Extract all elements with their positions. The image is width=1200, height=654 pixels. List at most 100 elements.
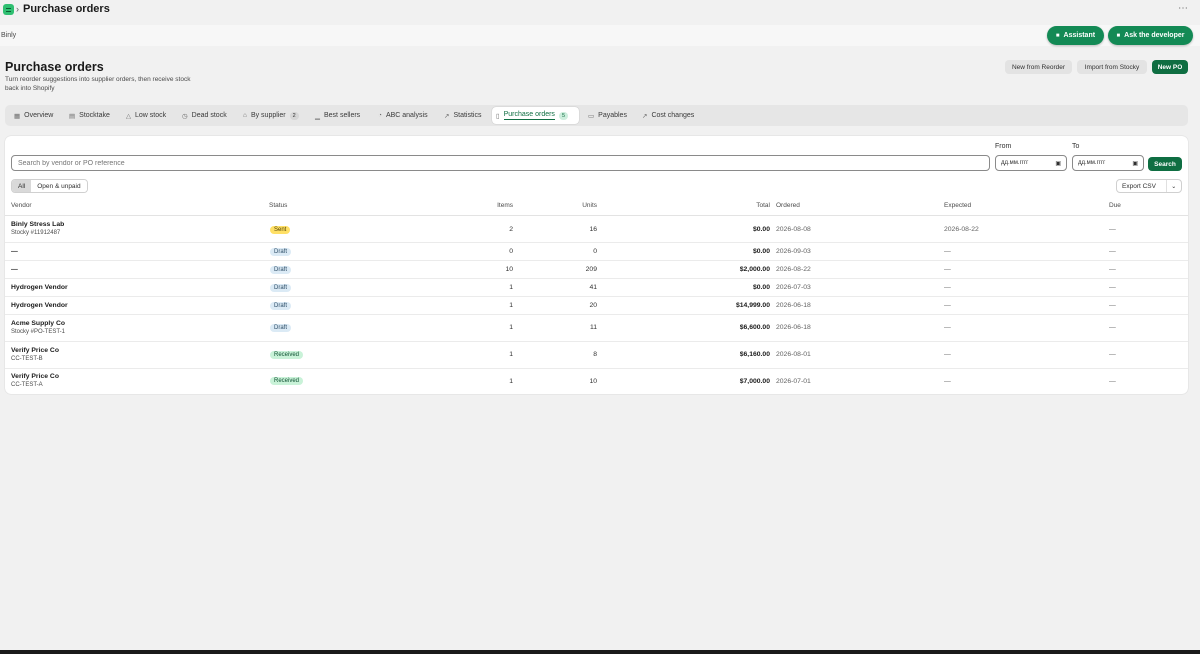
column-status: Status <box>269 202 288 209</box>
items-cell: 1 <box>509 284 513 291</box>
store-icon: ⌂ <box>243 112 247 119</box>
vendor-cell: Verify Price Co CC-TEST-A <box>11 373 59 388</box>
units-cell: 20 <box>589 302 597 309</box>
due-cell: — <box>1109 284 1116 291</box>
due-cell: — <box>1109 351 1116 358</box>
tab-best-sellers[interactable]: ▁ Best sellers <box>311 107 364 124</box>
new-from-reorder-button[interactable]: New from Reorder <box>1005 60 1072 74</box>
new-po-button[interactable]: New PO <box>1152 60 1188 74</box>
warning-icon: △ <box>126 112 131 120</box>
vendor-name: — <box>11 266 18 273</box>
units-cell: 209 <box>585 266 597 273</box>
column-items: Items <box>497 202 513 209</box>
export-csv-button[interactable]: Export CSV ⌄ <box>1116 179 1182 193</box>
vendor-reference: Stocky #PO-TEST-1 <box>11 329 66 335</box>
expected-cell: — <box>944 266 951 273</box>
expected-cell: — <box>944 351 951 358</box>
tab-cost-changes[interactable]: ↗ Cost changes <box>638 107 698 124</box>
page-subtitle: Turn reorder suggestions into supplier o… <box>5 76 191 92</box>
vendor-reference: Stocky #11912487 <box>11 230 61 236</box>
units-cell: 8 <box>593 351 597 358</box>
assistant-label: Assistant <box>1063 32 1096 39</box>
breadcrumb-separator: › <box>16 4 19 14</box>
column-ordered: Ordered <box>776 202 800 209</box>
vendor-reference: CC-TEST-B <box>11 356 43 362</box>
pie-icon: ◔ <box>378 112 382 119</box>
tab-count-badge: 2 <box>289 111 299 120</box>
vendor-name: Verify Price Co <box>11 347 59 354</box>
app-logo-icon[interactable] <box>3 4 14 15</box>
ordered-cell: 2026-08-08 <box>776 226 811 233</box>
due-cell: — <box>1109 378 1116 385</box>
items-cell: 1 <box>509 378 513 385</box>
shop-bar <box>0 25 1200 46</box>
items-cell: 10 <box>505 266 513 273</box>
column-expected: Expected <box>944 202 972 209</box>
expected-cell: — <box>944 248 951 255</box>
due-cell: — <box>1109 302 1116 309</box>
import-from-stocky-button[interactable]: Import from Stocky <box>1077 60 1147 74</box>
ask-developer-button[interactable]: ■ Ask the developer <box>1108 26 1193 45</box>
tab-by-supplier[interactable]: ⌂ By supplier 2 <box>239 107 303 124</box>
total-cell: $7,000.00 <box>739 378 770 385</box>
vendor-cell: Binly Stress Lab Stocky #11912487 <box>11 221 64 236</box>
tab-bar: ▦ Overview ▤ Stocktake △ Low stock ◷ Dea… <box>5 105 1188 126</box>
expected-cell: — <box>944 324 951 331</box>
ordered-cell: 2026-06-18 <box>776 302 811 309</box>
status-badge: Received <box>270 351 304 359</box>
vendor-cell: Acme Supply Co Stocky #PO-TEST-1 <box>11 320 65 335</box>
units-cell: 16 <box>589 226 597 233</box>
vendor-name: Verify Price Co <box>11 373 59 380</box>
tab-dead-stock[interactable]: ◷ Dead stock <box>178 107 231 124</box>
vendor-cell: Verify Price Co CC-TEST-B <box>11 347 59 362</box>
chart-icon: ▁ <box>315 112 320 120</box>
to-label: To <box>1072 143 1080 150</box>
chevron-down-icon[interactable]: ⌄ <box>1165 180 1182 192</box>
clipboard-icon: ▤ <box>69 112 76 120</box>
tab-stocktake[interactable]: ▤ Stocktake <box>65 107 114 124</box>
filter-open-unpaid[interactable]: Open & unpaid <box>31 180 87 192</box>
tab-count-badge: 5 <box>558 111 568 120</box>
total-cell: $0.00 <box>752 248 770 255</box>
vendor-name: Hydrogen Vendor <box>11 284 68 291</box>
units-cell: 41 <box>589 284 597 291</box>
bottom-edge <box>0 650 1200 654</box>
status-badge: Sent <box>270 226 291 234</box>
tab-abc-analysis[interactable]: ◔ ABC analysis <box>374 107 432 124</box>
due-cell: — <box>1109 226 1116 233</box>
due-cell: — <box>1109 248 1116 255</box>
units-cell: 10 <box>589 378 597 385</box>
from-date-field[interactable]: дд.мм.гггг ▣ <box>995 155 1067 171</box>
tab-statistics[interactable]: ↗ Statistics <box>440 107 485 124</box>
status-badge: Received <box>270 377 304 385</box>
tab-purchase-orders[interactable]: ▯ Purchase orders 5 <box>492 107 579 124</box>
status-badge: Draft <box>270 302 292 310</box>
ask-developer-label: Ask the developer <box>1124 32 1185 39</box>
due-cell: — <box>1109 266 1116 273</box>
ordered-cell: 2026-09-03 <box>776 248 811 255</box>
column-due: Due <box>1109 202 1121 209</box>
tab-payables[interactable]: ▭ Payables <box>584 107 631 124</box>
tab-overview[interactable]: ▦ Overview <box>10 107 57 124</box>
stats-icon: ↗ <box>444 112 450 120</box>
vendor-reference: CC-TEST-A <box>11 382 43 388</box>
due-cell: — <box>1109 324 1116 331</box>
search-input[interactable] <box>11 155 990 171</box>
status-badge: Draft <box>270 266 292 274</box>
search-button[interactable]: Search <box>1148 157 1182 171</box>
filter-all[interactable]: All <box>12 180 32 192</box>
status-badge: Draft <box>270 284 292 292</box>
to-date-field[interactable]: дд.мм.гггг ▣ <box>1072 155 1144 171</box>
grid-icon: ▦ <box>14 112 21 120</box>
document-icon: ▯ <box>496 112 500 120</box>
expected-cell: — <box>944 302 951 309</box>
calendar-icon[interactable]: ▣ <box>1055 160 1061 167</box>
items-cell: 1 <box>509 302 513 309</box>
vendor-name: Binly Stress Lab <box>11 221 65 228</box>
trend-icon: ↗ <box>642 112 648 120</box>
ordered-cell: 2026-08-01 <box>776 351 811 358</box>
more-actions-icon[interactable]: ⋯ <box>1178 3 1188 14</box>
assistant-button[interactable]: ■ Assistant <box>1047 26 1104 45</box>
calendar-icon[interactable]: ▣ <box>1132 160 1138 167</box>
tab-low-stock[interactable]: △ Low stock <box>122 107 170 124</box>
